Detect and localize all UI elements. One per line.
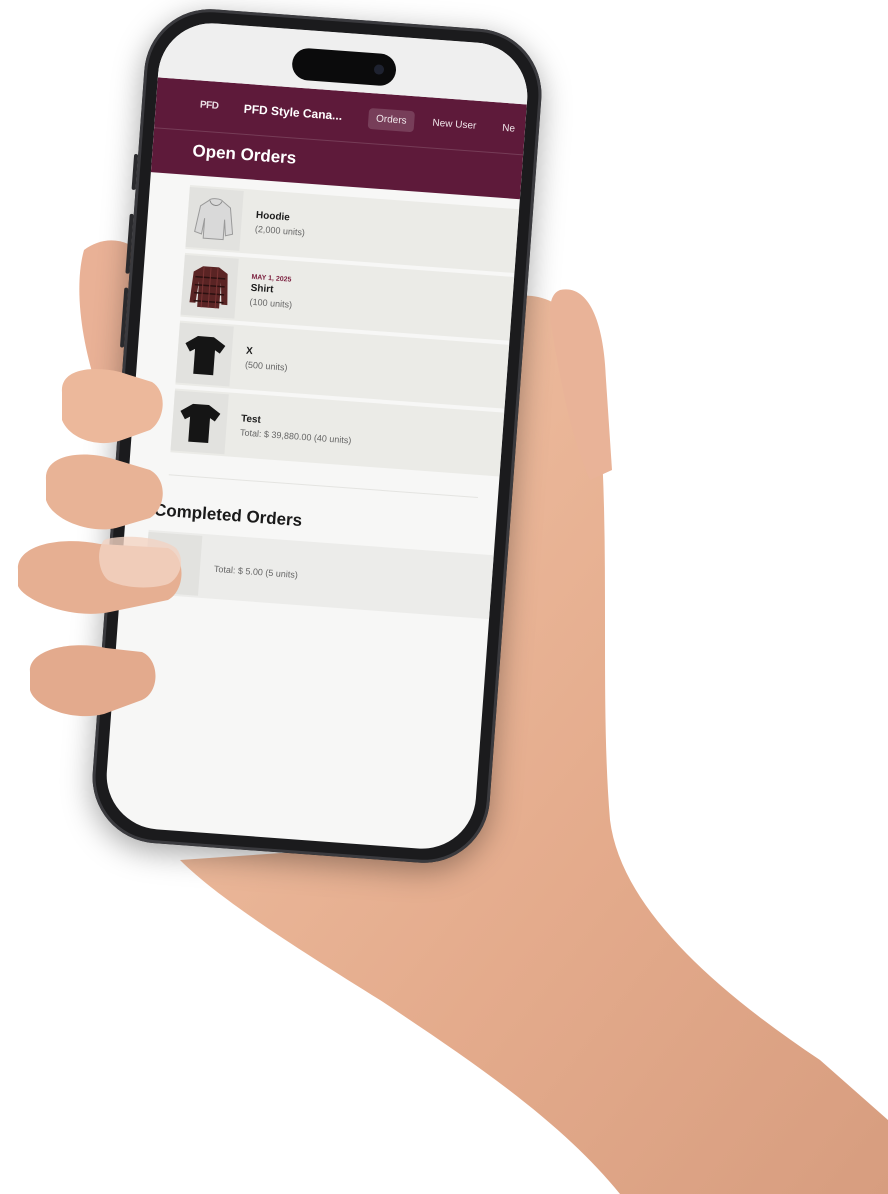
tshirt-icon — [180, 403, 221, 444]
order-detail: Total: $ 5.00 (5 units) — [213, 563, 299, 580]
product-thumbnail — [175, 322, 234, 387]
order-detail: (500 units) — [244, 359, 288, 373]
product-thumbnail — [170, 390, 229, 455]
orders-content: Hoodie (2,000 units) MAY 1, 2025 Shirt (… — [120, 172, 520, 620]
order-detail: (100 units) — [249, 296, 293, 310]
order-info: Hoodie (2,000 units) — [241, 209, 307, 238]
order-name: X — [245, 345, 254, 358]
order-name: Shirt — [250, 282, 274, 295]
open-orders-list: Hoodie (2,000 units) MAY 1, 2025 Shirt (… — [170, 185, 520, 477]
nav-new-user[interactable]: New User — [424, 112, 485, 137]
order-detail: (2,000 units) — [254, 223, 306, 238]
phone-device: PFD PFD Style Cana... Orders New User Ne… — [87, 4, 547, 868]
nav-next-item[interactable]: Ne — [493, 117, 523, 140]
tshirt-icon — [185, 336, 226, 376]
completed-order-row[interactable]: Total: $ 5.00 (5 units) — [143, 529, 494, 620]
order-name: Hoodie — [255, 209, 291, 224]
order-info: MAY 1, 2025 Shirt (100 units) — [235, 272, 294, 309]
camera-icon — [373, 64, 385, 75]
brand-name[interactable]: PFD Style Cana... — [243, 102, 342, 123]
nav-orders[interactable]: Orders — [367, 107, 416, 132]
plaid-shirt-icon — [189, 266, 228, 309]
order-info: Total: $ 5.00 (5 units) — [200, 559, 299, 579]
section-divider — [168, 474, 478, 498]
product-thumbnail — [180, 254, 239, 319]
order-info: Test Total: $ 39,880.00 (40 units) — [226, 412, 353, 445]
product-thumbnail-placeholder — [144, 531, 203, 596]
mockup-stage: PFD PFD Style Cana... Orders New User Ne… — [0, 0, 888, 1194]
product-thumbnail — [185, 187, 244, 251]
order-info: X (500 units) — [231, 345, 289, 373]
brand-logo[interactable]: PFD — [199, 97, 234, 117]
phone-screen: PFD PFD Style Cana... Orders New User Ne… — [102, 19, 532, 853]
hoodie-icon — [194, 198, 234, 241]
dynamic-island — [291, 47, 398, 87]
